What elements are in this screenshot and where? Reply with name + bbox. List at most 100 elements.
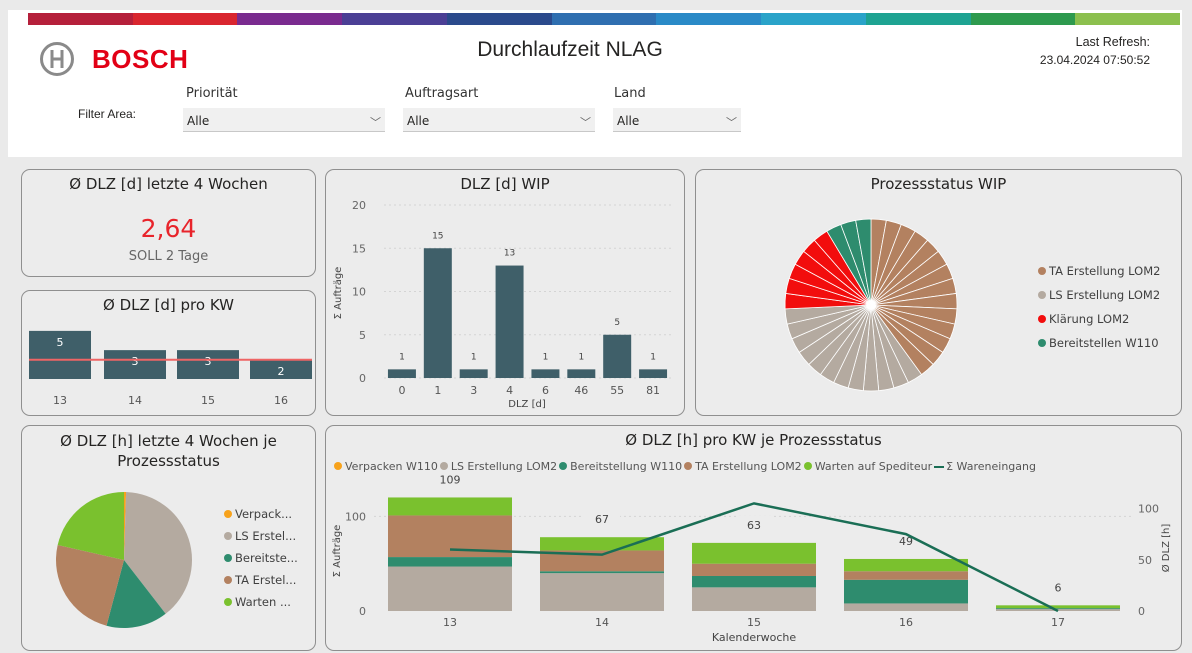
filter-prioritaet-label: Priorität [186,86,238,101]
x-tick-label: 13 [53,394,67,407]
bar-value-label: 1 [578,352,584,362]
bar-value-label: 15 [432,231,443,241]
chevron-down-icon: ﹀ [726,116,737,129]
chevron-down-icon: ﹀ [580,116,591,129]
x-tick-label: 3 [470,384,477,397]
dlz-kw-status-chart: 010005010010913671463154916617Kalenderwo… [332,470,1172,644]
legend-label: Verpack... [235,507,293,521]
x-tick-label: 14 [595,616,609,629]
bar-value-label: 3 [205,355,212,368]
legend-item[interactable]: Bereitstellen W110 [1038,336,1160,350]
legend-item[interactable]: TA Erstel... [224,573,298,587]
rainbow-segment [28,13,133,25]
y-tick-label: 100 [345,510,366,523]
bar-total-label: 63 [747,519,761,532]
bar [603,334,632,378]
legend-label: TA Erstellung LOM2 [1049,264,1161,278]
legend-label: Klärung LOM2 [1049,312,1130,326]
stacked-bar-segment [388,557,512,567]
legend-item[interactable]: Warten ... [224,595,298,609]
prozessstatus-wip-title: Prozessstatus WIP [870,175,1007,193]
rainbow-segment [865,13,971,25]
bar-value-label: 1 [471,352,477,362]
legend-dot [1038,267,1046,275]
stacked-bar-segment [388,497,512,516]
legend-item[interactable]: LS Erstellung LOM2 [1038,288,1160,302]
dlz-wip-card[interactable]: DLZ [d] WIP 0 5 10 15 20 1 0 15 1 1 3 13 4 1 6 1 46 5 55 1 8… [325,169,685,416]
legend-item[interactable]: LS Erstel... [224,529,298,543]
y-tick-label: 15 [352,242,366,255]
prozessstatus-wip-legend: TA Erstellung LOM2 LS Erstellung LOM2 Kl… [1038,264,1160,360]
bar-value-label: 5 [614,318,620,328]
dlz-kw-status-card[interactable]: Ø DLZ [h] pro KW je Prozessstatus Verpac… [325,425,1182,651]
filter-prioritaet-value: Alle [187,114,210,128]
legend-label: LS Erstellung LOM2 [1049,288,1161,302]
last-refresh-label: Last Refresh: [1075,35,1150,49]
dlz-4w-status-title: Ø DLZ [h] letzte 4 Wochen je Prozessstat… [60,432,277,470]
rainbow-segment [1075,13,1181,25]
y-right-tick-label: 0 [1138,605,1145,618]
rainbow-segment [237,13,343,25]
x-tick-label: 16 [899,616,913,629]
legend-dot [224,510,232,518]
filter-land-dropdown[interactable]: Alle ﹀ [613,108,741,132]
rainbow-segment [761,13,866,25]
legend-item[interactable]: Verpack... [224,507,298,521]
filter-prioritaet-dropdown[interactable]: Alle ﹀ [183,108,385,132]
dlz-per-kw-card[interactable]: Ø DLZ [d] pro KW 5 13 3 14 3 15 2 16 [21,290,316,416]
legend-item[interactable]: Bereitste... [224,551,298,565]
x-tick-label: 4 [506,384,513,397]
x-tick-label: 6 [542,384,549,397]
kpi-value: 2,64 [140,214,197,243]
y-axis-label: Σ Aufträge [332,525,343,578]
dlz-4w-status-legend: Verpack... LS Erstel... Bereitste... TA … [224,507,298,617]
bar-value-label: 5 [57,336,64,349]
stacked-bar-segment [844,571,968,580]
bar [423,248,452,378]
stacked-bar-segment [844,558,968,572]
stacked-bar-segment [540,571,664,574]
legend-label: Warten ... [235,595,291,609]
x-tick-label: 81 [646,384,660,397]
filter-auftragsart-dropdown[interactable]: Alle ﹀ [403,108,595,132]
stacked-bar-segment [996,608,1120,610]
legend-dot [224,576,232,584]
dlz-wip-chart: 05101520101511313416146555181DLZ [d]Σ Au… [333,199,671,410]
x-axis-label: DLZ [d] [508,399,546,410]
y-tick-label: 0 [359,605,366,618]
dlz-4w-status-card[interactable]: Ø DLZ [h] letzte 4 Wochen je Prozessstat… [21,425,316,651]
x-tick-label: 16 [274,394,288,407]
filter-auftragsart-label: Auftragsart [405,86,479,101]
stacked-bar-segment [388,566,512,611]
rainbow-bar [28,13,1181,25]
x-tick-label: 14 [128,394,142,407]
bar [459,369,488,378]
bar [531,369,560,378]
bar-value-label: 3 [132,355,139,368]
y-right-tick-label: 50 [1138,554,1152,567]
bar-total-label: 6 [1055,581,1062,594]
bar [639,369,668,378]
rainbow-segment [132,13,238,25]
bar-value-label: 1 [399,352,405,362]
bar-total-label: 109 [440,473,461,486]
stacked-bar-segment [844,579,968,604]
y-tick-label: 5 [359,329,366,342]
filter-land-value: Alle [617,114,640,128]
legend-dot [224,598,232,606]
filter-auftragsart-value: Alle [407,114,430,128]
stacked-bar-segment [996,605,1120,609]
x-axis-label: Kalenderwoche [712,631,797,644]
legend-dot [1038,291,1046,299]
legend-item[interactable]: Klärung LOM2 [1038,312,1160,326]
legend-label: Bereitstellen W110 [1049,336,1159,350]
stacked-bar-segment [692,587,816,611]
chevron-down-icon: ﹀ [370,116,381,129]
page-title: Durchlaufzeit NLAG [477,38,663,61]
legend-item[interactable]: TA Erstellung LOM2 [1038,264,1160,278]
header-panel [8,10,1182,157]
bosch-logo-text: BOSCH [92,44,189,74]
kpi-title: Ø DLZ [d] letzte 4 Wochen [69,175,268,193]
kpi-card[interactable]: Ø DLZ [d] letzte 4 Wochen 2,64 SOLL 2 Ta… [21,169,316,277]
prozessstatus-wip-card[interactable]: Prozessstatus WIP TA Erstellung LOM2 LS … [695,169,1182,416]
